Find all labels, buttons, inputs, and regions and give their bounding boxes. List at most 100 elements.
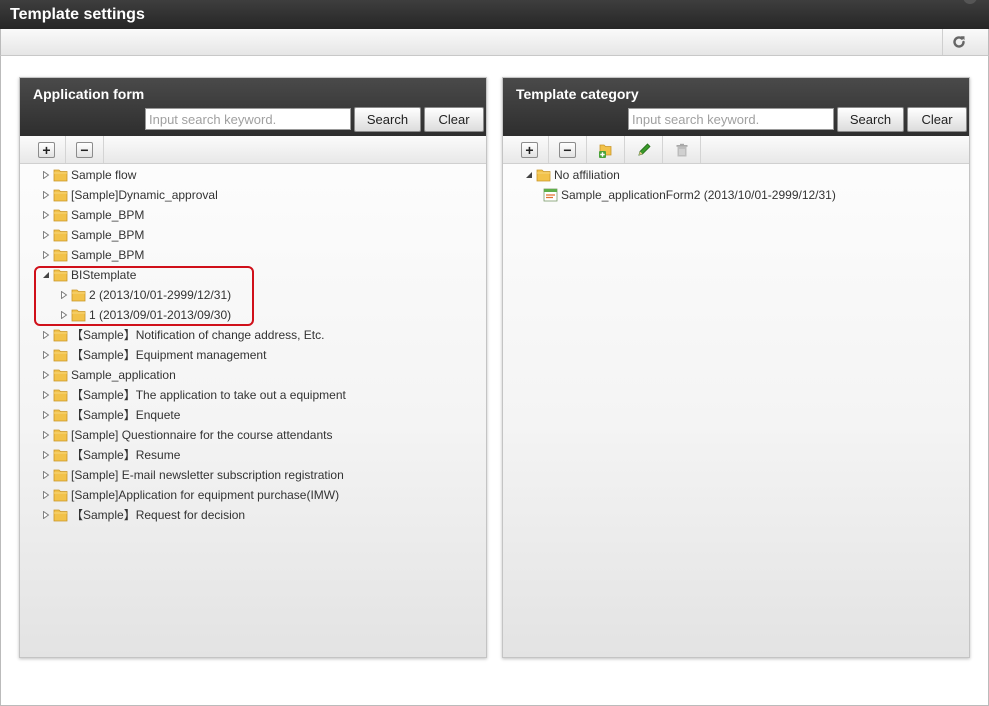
tree-node[interactable]: [Sample] E-mail newsletter subscription … — [20, 465, 486, 485]
tree-node[interactable]: 【Sample】Request for decision — [20, 505, 486, 525]
tree-node[interactable]: BIStemplate — [20, 265, 486, 285]
expand-toggle-icon[interactable] — [41, 251, 50, 260]
tree-node-label[interactable]: 【Sample】The application to take out a eq… — [71, 385, 346, 405]
collapse-all-button[interactable]: − — [66, 136, 104, 163]
trash-icon — [676, 143, 687, 156]
tree-node-label[interactable]: [Sample] Questionnaire for the course at… — [71, 425, 333, 445]
expand-toggle-icon[interactable] — [41, 511, 50, 520]
tree-node[interactable]: 2 (2013/10/01-2999/12/31) — [20, 285, 486, 305]
tree-node-label[interactable]: 【Sample】Enquete — [71, 405, 180, 425]
expand-all-icon: + — [521, 141, 538, 158]
search-button[interactable]: Search — [837, 107, 904, 132]
tree-node[interactable]: No affiliation — [503, 165, 969, 185]
collapse-toggle-icon[interactable] — [524, 171, 533, 180]
expand-toggle-icon[interactable] — [41, 451, 50, 460]
collapse-toggle-icon[interactable] — [41, 271, 50, 280]
tree-node-label[interactable]: 【Sample】Resume — [71, 445, 180, 465]
expand-toggle-icon[interactable] — [59, 291, 68, 300]
expand-toggle-icon[interactable] — [59, 311, 68, 320]
tree-node-label[interactable]: 【Sample】Equipment management — [71, 345, 266, 365]
tree-node-label[interactable]: Sample_BPM — [71, 245, 144, 265]
collapse-all-icon: − — [559, 141, 576, 158]
folder-icon — [53, 468, 68, 482]
tree-node-label[interactable]: [Sample]Application for equipment purcha… — [71, 485, 339, 505]
tree-node-label[interactable]: Sample_BPM — [71, 225, 144, 245]
tree-node-label[interactable]: Sample_application — [71, 365, 176, 385]
tree-node-label[interactable]: No affiliation — [554, 165, 620, 185]
expand-toggle-icon[interactable] — [41, 431, 50, 440]
expand-toggle-icon[interactable] — [41, 491, 50, 500]
folder-icon — [71, 308, 86, 322]
tree-node[interactable]: Sample flow — [20, 165, 486, 185]
tree-node[interactable]: Sample_BPM — [20, 245, 486, 265]
expand-toggle-icon[interactable] — [41, 331, 50, 340]
tree-node-label[interactable]: BIStemplate — [71, 265, 136, 285]
window-title: Template settings — [10, 6, 145, 23]
add-category-button[interactable] — [587, 136, 625, 163]
tree-node[interactable]: 1 (2013/09/01-2013/09/30) — [20, 305, 486, 325]
expand-all-button[interactable]: + — [28, 136, 66, 163]
edit-pencil-icon — [637, 142, 651, 156]
tree-node-label[interactable]: [Sample] E-mail newsletter subscription … — [71, 465, 344, 485]
expand-toggle-icon[interactable] — [41, 211, 50, 220]
panel-title: Application form — [33, 86, 145, 102]
tree-node-label[interactable]: [Sample]Dynamic_approval — [71, 185, 218, 205]
tree-node[interactable]: [Sample] Questionnaire for the course at… — [20, 425, 486, 445]
expand-toggle-icon[interactable] — [41, 171, 50, 180]
expand-toggle-icon[interactable] — [41, 471, 50, 480]
expand-toggle-icon[interactable] — [41, 231, 50, 240]
tree-node[interactable]: 【Sample】Enquete — [20, 405, 486, 425]
folder-icon — [53, 448, 68, 462]
delete-button[interactable] — [663, 136, 701, 163]
reload-button[interactable] — [942, 29, 974, 55]
folder-icon — [536, 168, 551, 182]
tree-node[interactable]: 【Sample】Resume — [20, 445, 486, 465]
tree-node[interactable]: [Sample]Application for equipment purcha… — [20, 485, 486, 505]
tree-node[interactable]: 【Sample】The application to take out a eq… — [20, 385, 486, 405]
tree-node[interactable]: [Sample]Dynamic_approval — [20, 185, 486, 205]
tree-node[interactable]: Sample_applicationForm2 (2013/10/01-2999… — [503, 185, 969, 205]
tree-node-label[interactable]: 1 (2013/09/01-2013/09/30) — [89, 305, 231, 325]
search-button[interactable]: Search — [354, 107, 421, 132]
add-category-icon — [598, 144, 611, 158]
expand-toggle-icon[interactable] — [41, 191, 50, 200]
collapse-all-icon: − — [76, 141, 93, 158]
folder-icon — [53, 488, 68, 502]
expand-toggle-icon[interactable] — [41, 351, 50, 360]
tree-node-label[interactable]: Sample_applicationForm2 (2013/10/01-2999… — [561, 185, 836, 205]
clear-button[interactable]: Clear — [424, 107, 484, 132]
tree-node-label[interactable]: 【Sample】Request for decision — [71, 505, 245, 525]
tree-node-label[interactable]: Sample flow — [71, 165, 136, 185]
panel-header: Template category Search Clear — [503, 78, 969, 136]
tree-node[interactable]: 【Sample】Notification of change address, … — [20, 325, 486, 345]
expand-toggle-icon[interactable] — [41, 371, 50, 380]
tree-toolbar: + − — [20, 136, 486, 164]
expand-all-icon: + — [38, 141, 55, 158]
panel-title: Template category — [516, 86, 639, 102]
tree-node[interactable]: Sample_BPM — [20, 225, 486, 245]
application-form-panel: Application form Search Clear + − Sample… — [19, 77, 487, 658]
folder-icon — [53, 408, 68, 422]
tree-node-label[interactable]: 2 (2013/10/01-2999/12/31) — [89, 285, 231, 305]
folder-icon — [53, 348, 68, 362]
tree-node-label[interactable]: Sample_BPM — [71, 205, 144, 225]
panel-header: Application form Search Clear — [20, 78, 486, 136]
tree-node[interactable]: Sample_BPM — [20, 205, 486, 225]
expand-all-button[interactable]: + — [511, 136, 549, 163]
titlebar-control[interactable] — [963, 0, 977, 4]
folder-icon — [53, 428, 68, 442]
folder-icon — [53, 508, 68, 522]
clear-button[interactable]: Clear — [907, 107, 967, 132]
expand-toggle-icon[interactable] — [41, 411, 50, 420]
collapse-all-button[interactable]: − — [549, 136, 587, 163]
expand-toggle-icon[interactable] — [41, 391, 50, 400]
search-input[interactable] — [145, 108, 351, 130]
folder-icon — [53, 248, 68, 262]
search-input[interactable] — [628, 108, 834, 130]
top-toolbar — [0, 29, 989, 56]
window-titlebar: Template settings — [0, 0, 989, 29]
edit-button[interactable] — [625, 136, 663, 163]
tree-node[interactable]: 【Sample】Equipment management — [20, 345, 486, 365]
tree-node[interactable]: Sample_application — [20, 365, 486, 385]
tree-node-label[interactable]: 【Sample】Notification of change address, … — [71, 325, 324, 345]
